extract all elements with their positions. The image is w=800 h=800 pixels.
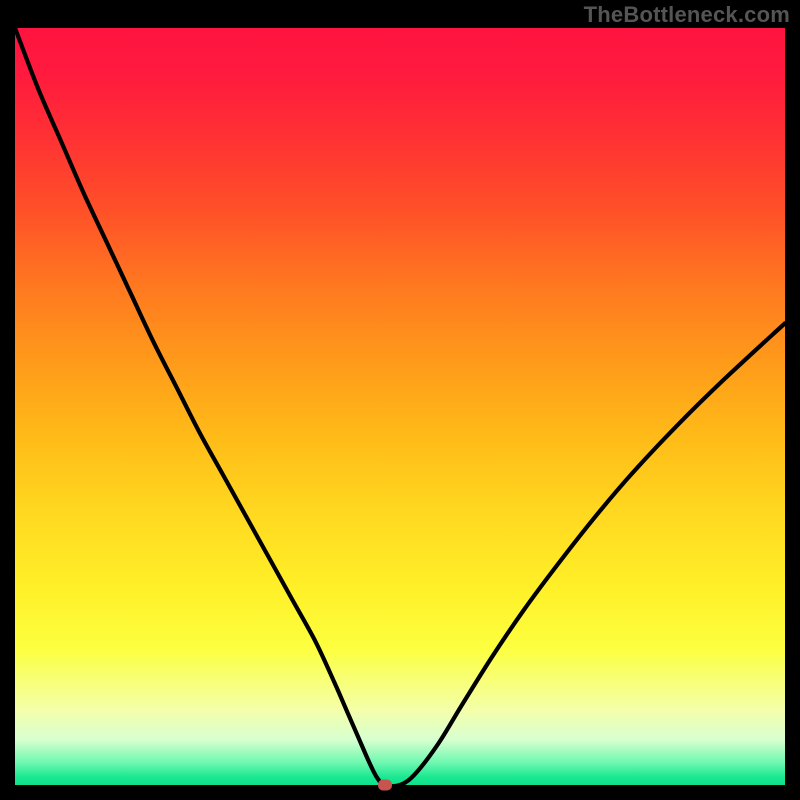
minimum-point-marker — [378, 780, 392, 791]
watermark-text: TheBottleneck.com — [584, 2, 790, 28]
bottleneck-curve — [15, 28, 785, 785]
chart-frame: TheBottleneck.com — [0, 0, 800, 800]
plot-area — [15, 28, 785, 785]
